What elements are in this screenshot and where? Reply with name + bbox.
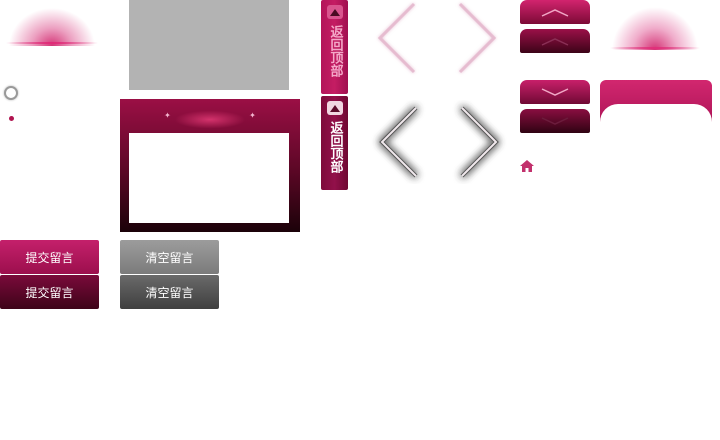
triangle-up-icon — [326, 5, 343, 19]
back-to-top-button-hover[interactable]: 返回顶部 — [321, 96, 348, 190]
sparkle-icon: ✦ — [249, 111, 256, 120]
scroll-down-button[interactable] — [520, 80, 590, 104]
chevron-right-icon[interactable] — [450, 100, 510, 184]
clear-message-button-hover[interactable]: 清空留言 — [120, 275, 219, 309]
scroll-up-button[interactable] — [520, 0, 590, 24]
scroll-down-button-hover[interactable] — [520, 109, 590, 133]
triangle-up-icon — [326, 101, 343, 115]
pink-glow-decoration — [600, 0, 710, 50]
scroll-up-button-hover[interactable] — [520, 29, 590, 53]
submit-message-button-hover[interactable]: 提交留言 — [0, 275, 99, 309]
back-to-top-button[interactable]: 返回顶部 — [321, 0, 348, 94]
radio-button[interactable] — [4, 86, 18, 100]
back-to-top-label: 返回顶部 — [327, 25, 343, 77]
clear-message-button[interactable]: 清空留言 — [120, 240, 219, 274]
home-icon[interactable] — [519, 158, 535, 174]
dialog-body — [129, 133, 289, 223]
chevron-up-icon — [541, 38, 569, 46]
chevron-left-icon[interactable] — [372, 0, 422, 80]
back-to-top-label: 返回顶部 — [327, 121, 343, 173]
chevron-up-icon — [541, 9, 569, 17]
panel-body — [600, 104, 712, 134]
submit-message-button[interactable]: 提交留言 — [0, 240, 99, 274]
bullet-dot — [9, 116, 14, 121]
chevron-down-icon — [541, 88, 569, 96]
sparkle-icon: ✦ — [164, 111, 171, 120]
image-placeholder — [129, 0, 289, 90]
pink-glow-decoration — [0, 0, 104, 46]
chevron-left-icon[interactable] — [370, 100, 430, 184]
dialog-header-glow — [160, 104, 260, 130]
chevron-right-icon[interactable] — [452, 0, 502, 80]
chevron-down-icon — [541, 117, 569, 125]
